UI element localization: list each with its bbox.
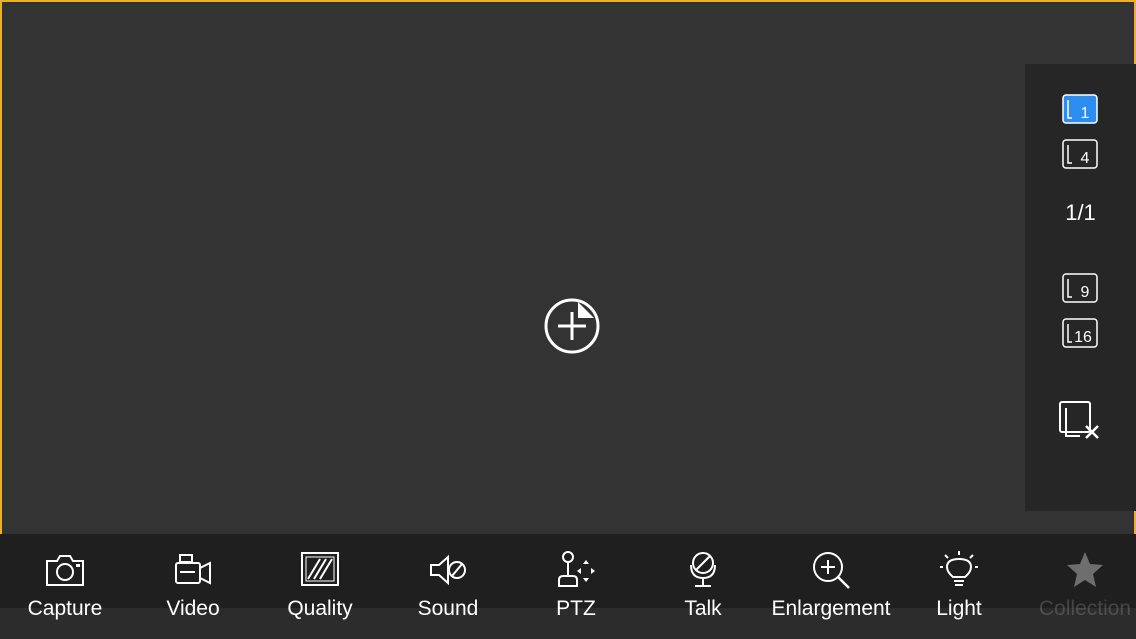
layout-16-button[interactable]: 16	[1062, 318, 1098, 348]
ptz-joystick-icon	[556, 550, 596, 590]
collection-button[interactable]: Collection	[1021, 534, 1136, 639]
add-camera-icon[interactable]	[542, 296, 602, 356]
quality-button[interactable]: Quality	[256, 534, 384, 639]
layout-1-button[interactable]: 1	[1062, 94, 1098, 124]
video-camera-icon	[173, 550, 213, 590]
zoom-in-icon	[811, 550, 851, 590]
layout-4-label: 4	[1081, 150, 1090, 167]
microphone-off-icon	[683, 550, 723, 590]
star-icon	[1065, 550, 1105, 590]
ptz-button[interactable]: PTZ	[512, 534, 640, 639]
layout-9-label: 9	[1081, 284, 1090, 301]
layout-4-button[interactable]: 4	[1062, 139, 1098, 169]
talk-label: Talk	[684, 597, 722, 620]
sound-button[interactable]: Sound	[384, 534, 512, 639]
layout-16-label: 16	[1074, 329, 1092, 346]
ptz-label: PTZ	[556, 597, 596, 620]
bottom-toolbar: Capture Video Quality Sound PTZ Talk Enl…	[0, 534, 1136, 639]
video-record-button[interactable]: Video	[129, 534, 257, 639]
capture-button[interactable]: Capture	[1, 534, 129, 639]
speaker-muted-icon	[428, 550, 468, 590]
camera-icon	[45, 550, 85, 590]
layout-panel: 1 4 1/1 9 16	[1025, 64, 1136, 511]
video-label: Video	[166, 597, 220, 620]
layout-9-button[interactable]: 9	[1062, 273, 1098, 303]
quality-label: Quality	[287, 597, 353, 620]
page-indicator: 1/1	[1065, 200, 1096, 225]
light-bulb-icon	[939, 550, 979, 590]
layout-1-label: 1	[1081, 105, 1090, 122]
light-button[interactable]: Light	[895, 534, 1023, 639]
close-all-windows-icon[interactable]	[1058, 400, 1102, 444]
enlargement-label: Enlargement	[771, 597, 891, 620]
collection-label: Collection	[1038, 597, 1132, 620]
quality-icon	[300, 550, 340, 590]
enlargement-button[interactable]: Enlargement	[767, 534, 895, 639]
talk-button[interactable]: Talk	[639, 534, 767, 639]
sound-label: Sound	[417, 597, 479, 620]
